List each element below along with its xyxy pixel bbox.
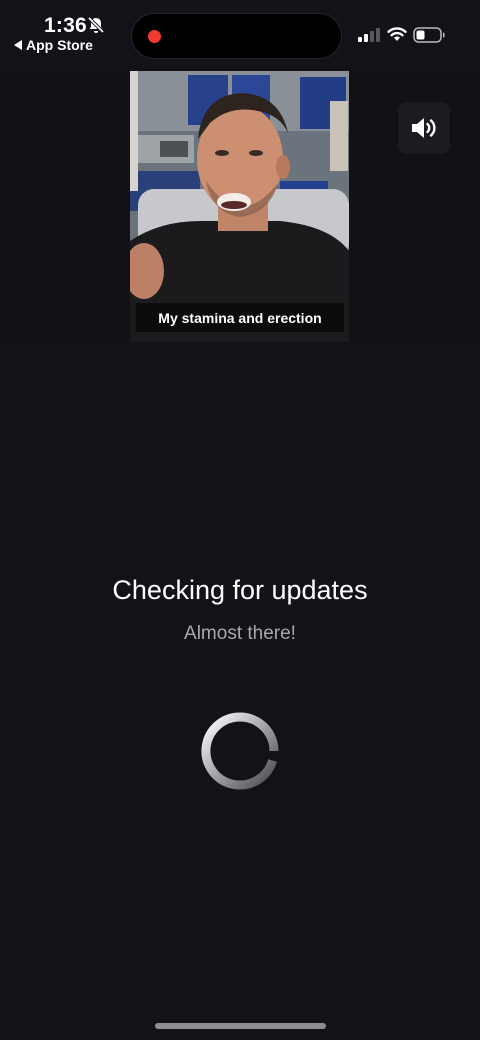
loading-subtitle: Almost there! <box>184 623 296 644</box>
back-triangle-icon <box>14 40 22 50</box>
home-indicator[interactable] <box>155 1023 326 1029</box>
video-frame-image <box>130 71 349 342</box>
speaker-volume-icon <box>412 118 436 138</box>
video-ad-area[interactable]: My stamina and erection <box>0 71 480 342</box>
dynamic-island[interactable] <box>131 13 342 59</box>
recording-indicator-icon <box>148 30 161 43</box>
video-caption: My stamina and erection <box>136 303 344 332</box>
bell-slash-icon <box>87 16 105 34</box>
back-to-app-store-link[interactable]: App Store <box>14 37 93 53</box>
status-time: 1:36 <box>44 14 87 37</box>
cellular-signal-icon <box>358 28 380 42</box>
spinner-icon <box>201 712 279 790</box>
wifi-icon <box>387 27 407 41</box>
loading-title: Checking for updates <box>112 575 368 605</box>
sound-toggle-button[interactable] <box>398 102 450 154</box>
video-player[interactable]: My stamina and erection <box>130 71 349 342</box>
battery-icon <box>413 27 445 43</box>
status-bar: 1:36 App Store <box>0 0 480 64</box>
back-to-app-label: App Store <box>26 37 93 53</box>
